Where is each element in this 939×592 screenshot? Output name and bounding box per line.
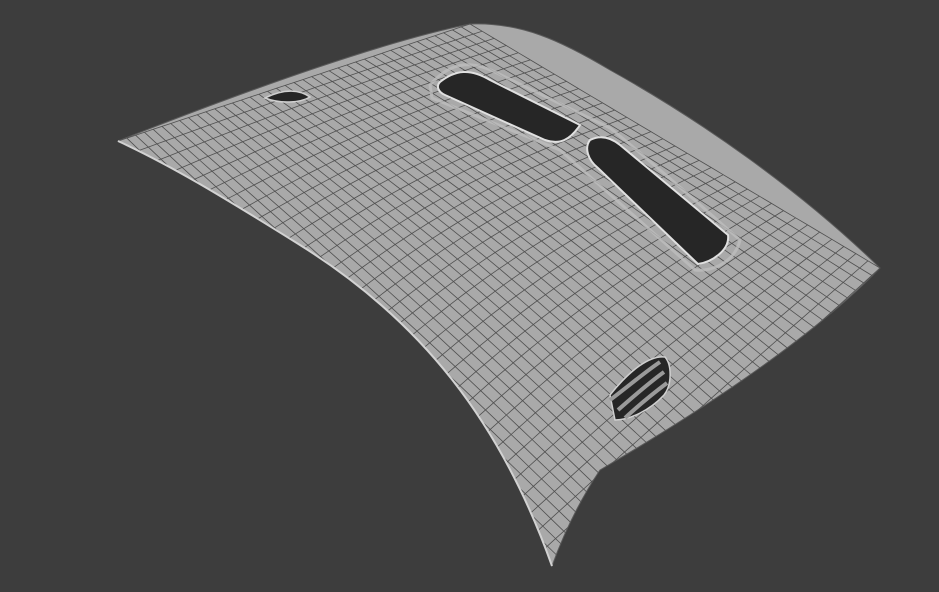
3d-viewport[interactable]	[0, 0, 939, 592]
viewport-scene[interactable]	[0, 0, 939, 592]
